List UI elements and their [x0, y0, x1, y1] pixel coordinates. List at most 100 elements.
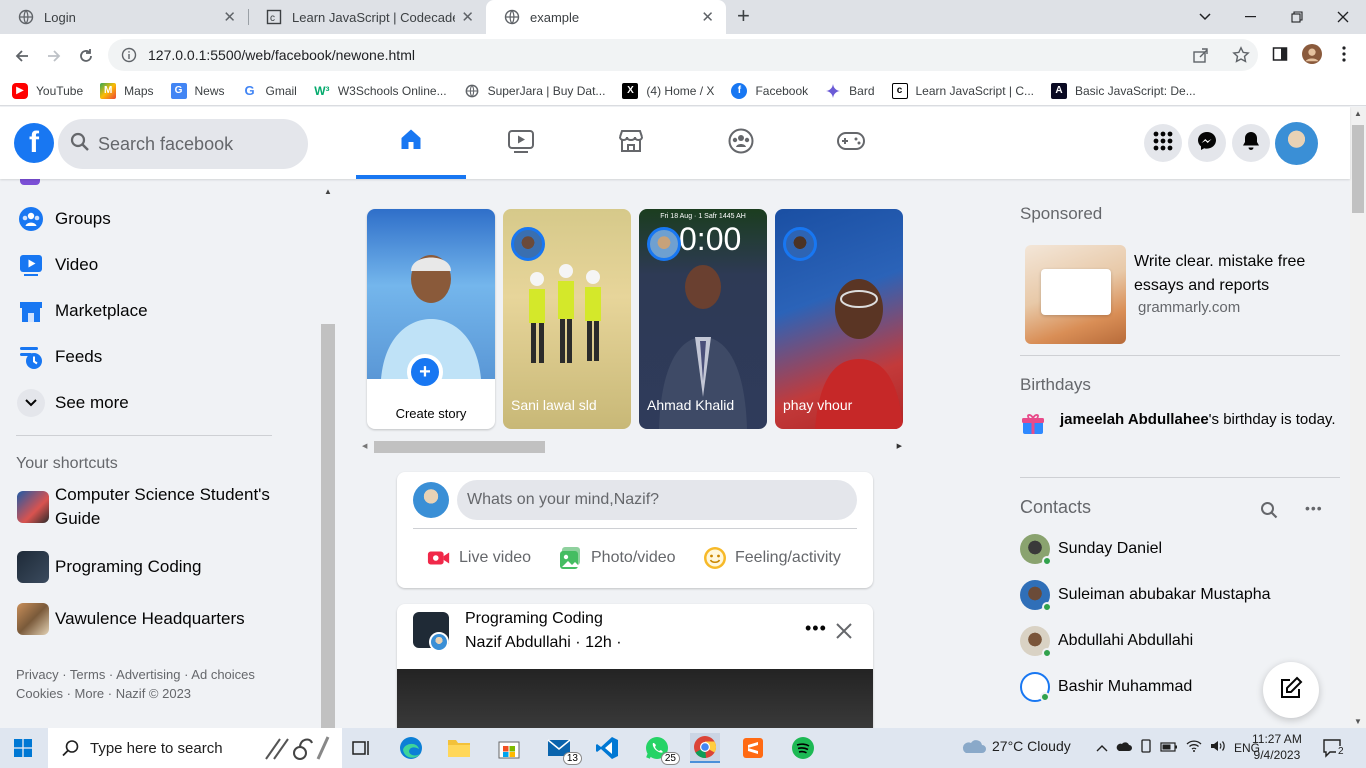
- birthday-name[interactable]: jameelah Abdullahee: [1060, 411, 1209, 428]
- close-icon[interactable]: ✕: [701, 8, 714, 26]
- contact-item[interactable]: Bashir Muhammad: [1020, 672, 1192, 702]
- see-more-button[interactable]: See more: [17, 389, 129, 417]
- forward-arrow-icon[interactable]: [42, 44, 66, 68]
- post-image[interactable]: [397, 669, 873, 728]
- system-tray[interactable]: ENG: [1096, 739, 1260, 756]
- bookmark-maps[interactable]: M Maps: [100, 82, 154, 99]
- new-tab-button[interactable]: +: [737, 5, 750, 27]
- contacts-more-icon[interactable]: •••: [1305, 500, 1323, 516]
- close-icon[interactable]: ✕: [223, 8, 236, 26]
- chevron-up-icon[interactable]: [1096, 741, 1108, 755]
- side-panel-icon[interactable]: [1270, 44, 1290, 64]
- more-options-icon[interactable]: •••: [805, 618, 827, 639]
- tab-login[interactable]: Login ✕: [0, 0, 248, 34]
- sidebar-item-feeds[interactable]: Feeds: [17, 343, 102, 371]
- restore-button[interactable]: [1274, 0, 1320, 34]
- sublime-text-icon[interactable]: [738, 733, 768, 763]
- nav-home[interactable]: [356, 107, 466, 179]
- search-input[interactable]: Search facebook: [58, 119, 308, 169]
- nav-groups[interactable]: [686, 107, 796, 179]
- bookmark-news[interactable]: G News: [170, 82, 225, 99]
- close-window-button[interactable]: [1320, 0, 1366, 34]
- bookmark-freecodecamp[interactable]: A Basic JavaScript: De...: [1051, 82, 1196, 99]
- add-story-plus-icon[interactable]: +: [407, 354, 443, 390]
- device-icon[interactable]: [1140, 739, 1152, 756]
- reload-icon[interactable]: [74, 44, 98, 68]
- battery-icon[interactable]: [1160, 741, 1178, 755]
- minimize-button[interactable]: [1228, 0, 1274, 34]
- left-scrollbar[interactable]: [321, 324, 335, 728]
- tab-search-chevron-icon[interactable]: [1182, 0, 1228, 34]
- sidebar-item-groups[interactable]: Groups: [17, 205, 111, 233]
- vscode-icon[interactable]: [592, 733, 622, 763]
- shortcut-programing-coding[interactable]: Programing Coding: [17, 551, 201, 583]
- contact-item[interactable]: Abdullahi Abdullahi: [1020, 626, 1193, 658]
- chrome-icon[interactable]: [690, 733, 720, 763]
- scroll-down-arrow-icon[interactable]: ▼: [1354, 717, 1362, 726]
- scrollbar-thumb[interactable]: [374, 441, 545, 453]
- back-arrow-icon[interactable]: [10, 44, 34, 68]
- scroll-left-arrow-icon[interactable]: ◀: [362, 442, 367, 450]
- page-scrollbar[interactable]: ▲ ▼: [1350, 107, 1366, 728]
- feeling-activity-button[interactable]: Feeling/activity: [703, 546, 841, 570]
- footer-links[interactable]: Privacy · Terms · Advertising · Ad choic…: [16, 665, 276, 703]
- nav-gaming[interactable]: [796, 107, 906, 179]
- task-view-icon[interactable]: [346, 733, 376, 763]
- more-vertical-icon[interactable]: [1334, 44, 1354, 64]
- author-avatar[interactable]: [429, 632, 449, 652]
- close-icon[interactable]: ✕: [461, 8, 474, 26]
- bookmark-x[interactable]: X (4) Home / X: [622, 82, 714, 99]
- ad-thumbnail[interactable]: [1025, 245, 1126, 344]
- scroll-up-arrow-icon[interactable]: ▲: [324, 187, 332, 196]
- birthday-text[interactable]: jameelah Abdullahee's birthday is today.: [1060, 409, 1340, 431]
- nav-watch[interactable]: [466, 107, 576, 179]
- avatar[interactable]: [413, 482, 449, 518]
- create-story-card[interactable]: + Create story: [367, 209, 495, 429]
- scroll-up-arrow-icon[interactable]: ▲: [1354, 109, 1362, 118]
- bookmark-codecademy[interactable]: c Learn JavaScript | C...: [891, 82, 1034, 99]
- footer-line[interactable]: Cookies · More · Nazif © 2023: [16, 684, 276, 703]
- footer-line[interactable]: Privacy · Terms · Advertising · Ad choic…: [16, 665, 276, 684]
- bookmark-superjara[interactable]: SuperJara | Buy Dat...: [464, 83, 605, 99]
- wifi-icon[interactable]: [1186, 740, 1202, 755]
- tab-codecademy[interactable]: c Learn JavaScript | Codecademy ✕: [248, 0, 486, 34]
- edge-browser-icon[interactable]: [396, 733, 426, 763]
- spotify-icon[interactable]: [788, 733, 818, 763]
- scrollbar-thumb[interactable]: [1352, 125, 1364, 213]
- bookmark-youtube[interactable]: ▶ YouTube: [12, 82, 83, 99]
- tab-example[interactable]: example ✕: [486, 0, 726, 34]
- sidebar-item-marketplace[interactable]: Marketplace: [17, 297, 148, 325]
- ad-headline[interactable]: Write clear. mistake free essays and rep…: [1134, 250, 1324, 298]
- scroll-right-arrow-icon[interactable]: ▶: [897, 442, 902, 450]
- whats-on-your-mind-input[interactable]: Whats on your mind,Nazif?: [457, 480, 857, 520]
- mail-icon[interactable]: 13: [544, 733, 582, 765]
- microsoft-store-icon[interactable]: [494, 733, 524, 763]
- whatsapp-icon[interactable]: 25: [642, 733, 680, 765]
- bookmark-facebook[interactable]: f Facebook: [731, 82, 808, 99]
- shortcut-vawulence-headquarters[interactable]: Vawulence Headquarters: [17, 603, 245, 635]
- profile-avatar[interactable]: [1275, 122, 1318, 165]
- taskbar-search-input[interactable]: Type here to search: [48, 728, 342, 768]
- notifications-button[interactable]: [1232, 124, 1270, 162]
- nav-marketplace[interactable]: [576, 107, 686, 179]
- story-card[interactable]: Sani lawal sld: [503, 209, 631, 429]
- facebook-logo-icon[interactable]: f: [14, 123, 54, 163]
- bookmark-gmail[interactable]: G Gmail: [241, 82, 297, 99]
- info-icon[interactable]: [120, 46, 138, 64]
- windows-start-icon[interactable]: [14, 739, 32, 762]
- close-icon[interactable]: [835, 622, 853, 645]
- share-icon[interactable]: [1192, 46, 1210, 69]
- live-video-button[interactable]: Live video: [427, 546, 531, 570]
- ad-site[interactable]: grammarly.com: [1138, 299, 1240, 316]
- search-icon[interactable]: [1260, 501, 1278, 524]
- messenger-button[interactable]: [1188, 124, 1226, 162]
- onedrive-cloud-icon[interactable]: [1116, 741, 1132, 755]
- sidebar-item-video[interactable]: Video: [17, 251, 98, 279]
- volume-icon[interactable]: [1210, 740, 1226, 755]
- file-explorer-icon[interactable]: [444, 733, 474, 763]
- shortcut-cs-guide[interactable]: Computer Science Student's Guide: [17, 483, 287, 531]
- bookmark-star-icon[interactable]: [1232, 46, 1250, 69]
- bookmark-bard[interactable]: Bard: [825, 83, 875, 99]
- clock[interactable]: 11:27 AM 9/4/2023: [1252, 731, 1302, 763]
- notification-center-icon[interactable]: 2: [1322, 738, 1346, 763]
